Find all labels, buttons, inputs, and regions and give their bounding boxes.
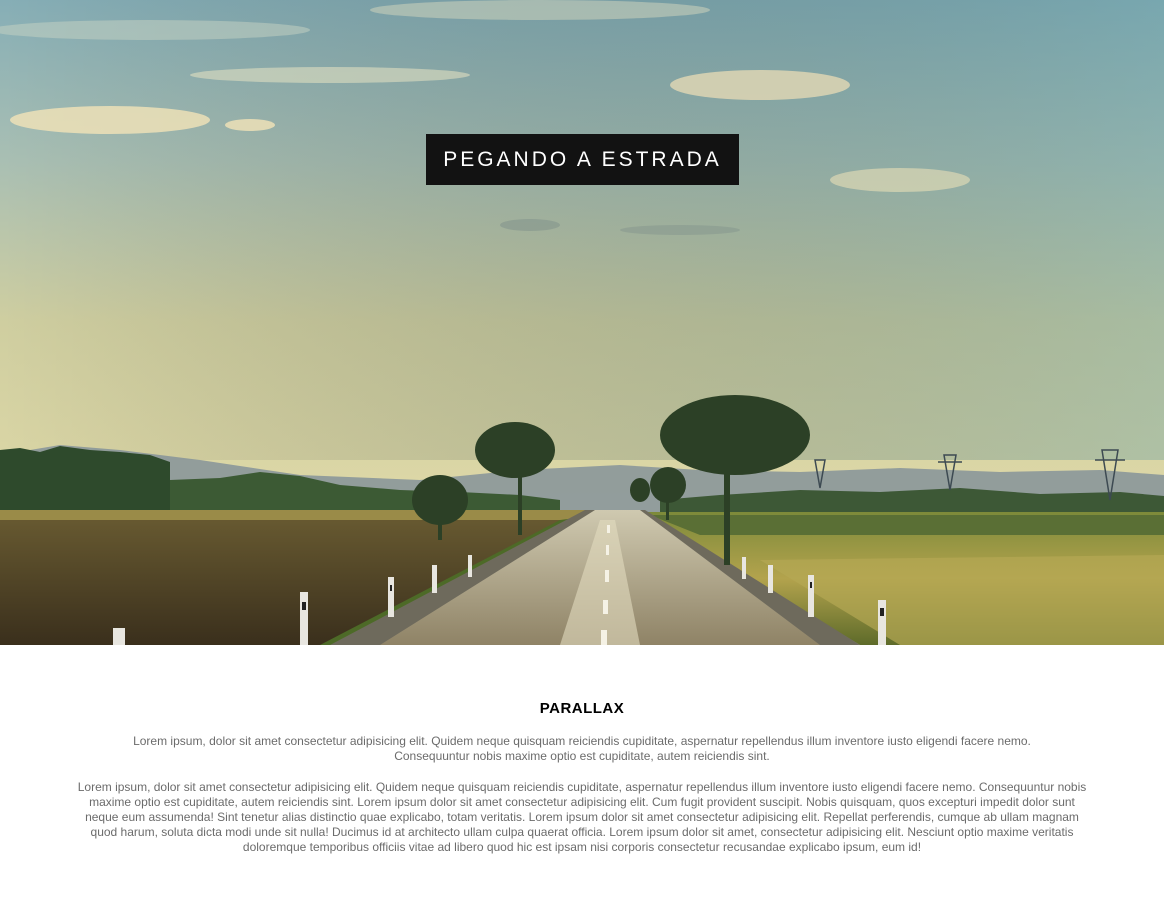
section-paragraph: Lorem ipsum, dolor sit amet consectetur … (133, 734, 1031, 763)
road-landscape-photo (0, 0, 1164, 645)
section-paragraph: Lorem ipsum, dolor sit amet consectetur … (77, 780, 1087, 854)
section-title: PARALLAX (539, 700, 625, 717)
content-section: PARALLAX Lorem ipsum, dolor sit amet con… (0, 645, 1164, 900)
hero-parallax-section: PEGANDO A ESTRADA (0, 0, 1164, 645)
hero-title: PEGANDO A ESTRADA (426, 134, 739, 185)
